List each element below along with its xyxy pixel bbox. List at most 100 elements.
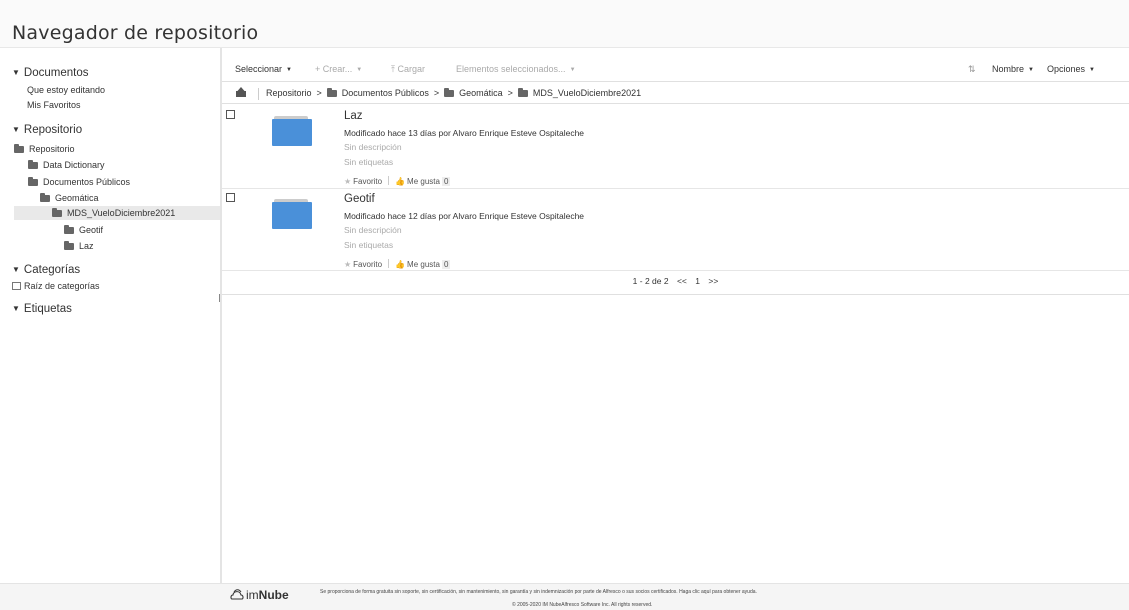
sort-menu[interactable]: Nombre ▼: [992, 64, 1034, 74]
brand-logo[interactable]: imNube: [230, 588, 289, 602]
select-menu[interactable]: Seleccionar ▼: [235, 64, 292, 74]
section-categories[interactable]: ▼ Categorías: [12, 264, 80, 276]
tree-item-laz[interactable]: Laz: [64, 241, 94, 251]
like-link[interactable]: Me gusta: [407, 260, 440, 269]
page-title: Navegador de repositorio: [12, 22, 259, 44]
tree-item-label: Repositorio: [29, 144, 75, 154]
folder-icon: [64, 225, 74, 234]
folder-icon: [64, 241, 74, 250]
collapse-triangle-icon: ▼: [12, 304, 20, 313]
cloud-logo-icon: [230, 589, 244, 600]
section-documents-label: Documentos: [23, 67, 89, 79]
breadcrumb-divider: [258, 88, 259, 100]
create-menu-label: Crear...: [322, 64, 353, 74]
tree-item-label: Raíz de categorías: [24, 281, 100, 291]
sort-menu-label: Nombre: [992, 64, 1025, 74]
brand-light: im: [246, 588, 259, 602]
section-repository[interactable]: ▼ Repositorio: [12, 124, 82, 136]
breadcrumb-item[interactable]: MDS_VueloDiciembre2021: [533, 88, 641, 98]
tree-item-label: MDS_VueloDiciembre2021: [67, 208, 176, 218]
item-name[interactable]: Geotif: [344, 193, 375, 205]
link-editing[interactable]: Que estoy editando: [27, 85, 105, 95]
folder-icon: [517, 88, 528, 97]
breadcrumb-item[interactable]: Geomática: [459, 88, 503, 98]
footer: imNube Se proporciona de forma gratuita …: [0, 583, 1129, 610]
brand-bold: Nube: [258, 588, 289, 602]
plus-icon: +: [315, 64, 323, 74]
collapse-triangle-icon: ▼: [12, 125, 20, 134]
section-categories-label: Categorías: [23, 264, 81, 276]
selected-items-menu[interactable]: Elementos seleccionados... ▼: [456, 64, 576, 74]
section-tags[interactable]: ▼ Etiquetas: [12, 303, 72, 315]
header: Navegador de repositorio: [0, 0, 1129, 48]
item-actions: ★ Favorito 👍 Me gusta 0: [344, 176, 451, 186]
folder-icon: [444, 88, 455, 97]
selected-items-label: Elementos seleccionados...: [456, 64, 566, 74]
section-repository-label: Repositorio: [23, 124, 83, 136]
folder-icon: [52, 208, 62, 217]
breadcrumb-separator: >: [433, 88, 440, 98]
folder-icon[interactable]: [272, 116, 312, 146]
collapse-triangle-icon: ▼: [12, 265, 20, 274]
pagination-prev[interactable]: <<: [677, 276, 687, 286]
section-documents[interactable]: ▼ Documentos: [12, 67, 88, 79]
category-icon: [12, 282, 21, 290]
footer-notice[interactable]: Se proporciona de forma gratuita sin sop…: [320, 589, 757, 595]
thumbs-up-icon: 👍: [395, 177, 406, 186]
item-tags: Sin etiquetas: [344, 240, 394, 250]
list-item: Laz Modificado hace 13 días por Alvaro E…: [222, 106, 1129, 188]
splitter-handle[interactable]: [219, 294, 220, 302]
folder-icon: [40, 193, 50, 202]
breadcrumb-item[interactable]: Documentos Públicos: [342, 88, 429, 98]
caret-down-icon: ▼: [286, 67, 292, 73]
tree-item-label: Data Dictionary: [43, 160, 105, 170]
thumbs-up-icon: 👍: [395, 260, 406, 269]
select-menu-label: Seleccionar: [235, 64, 283, 74]
footer-copyright: © 2005-2020 IM NubeAlfresco Software Inc…: [512, 602, 653, 608]
folder-up-icon[interactable]: [236, 87, 246, 97]
header-divider: [0, 47, 1129, 48]
breadcrumb-item[interactable]: Repositorio: [266, 88, 312, 98]
section-tags-label: Etiquetas: [23, 303, 72, 315]
folder-icon[interactable]: [272, 199, 312, 229]
tree-item-category-root[interactable]: Raíz de categorías: [12, 281, 100, 291]
star-icon: ★: [344, 260, 352, 269]
folder-icon: [28, 160, 38, 169]
pagination-next[interactable]: >>: [708, 276, 718, 286]
pagination-page[interactable]: 1: [695, 276, 700, 286]
item-modified: Modificado hace 13 días por Alvaro Enriq…: [344, 128, 585, 138]
options-menu[interactable]: Opciones ▼: [1047, 64, 1095, 74]
item-name[interactable]: Laz: [344, 110, 363, 122]
tree-item-repositorio[interactable]: Repositorio: [14, 144, 75, 154]
tree-item-geomatica[interactable]: Geomática: [40, 193, 99, 203]
item-checkbox[interactable]: [226, 193, 235, 202]
caret-down-icon: ▼: [569, 67, 576, 73]
tree-item-label: Geomática: [55, 193, 99, 203]
breadcrumb-separator: >: [316, 88, 322, 98]
like-count: 0: [441, 260, 451, 269]
item-modified: Modificado hace 12 días por Alvaro Enriq…: [344, 211, 585, 221]
list-item: Geotif Modificado hace 12 días por Alvar…: [222, 189, 1129, 271]
favorite-link[interactable]: Favorito: [353, 177, 382, 186]
tree-item-geotif[interactable]: Geotif: [64, 225, 103, 235]
item-description: Sin descripción: [344, 142, 402, 152]
tree-item-mds-vuelo[interactable]: MDS_VueloDiciembre2021: [52, 208, 175, 218]
tree-item-label: Documentos Públicos: [43, 177, 131, 187]
tree-item-documentos-publicos[interactable]: Documentos Públicos: [28, 177, 130, 187]
folder-icon: [28, 177, 38, 186]
upload-button[interactable]: ⤒ Cargar: [391, 64, 425, 75]
breadcrumb-separator: >: [507, 88, 513, 98]
item-checkbox[interactable]: [226, 110, 235, 119]
upload-button-label: Cargar: [397, 64, 425, 74]
star-icon: ★: [344, 177, 352, 186]
breadcrumb: Repositorio > Documentos Públicos > Geomátic…: [222, 84, 1129, 102]
favorite-link[interactable]: Favorito: [353, 260, 382, 269]
item-divider: [222, 270, 1129, 271]
pagination-range: 1 - 2 de 2: [632, 276, 669, 286]
create-menu[interactable]: + Crear... ▼: [315, 64, 362, 74]
link-favorites[interactable]: Mis Favoritos: [27, 100, 81, 110]
sort-direction-icon[interactable]: ⇅: [968, 64, 976, 75]
tree-item-data-dictionary[interactable]: Data Dictionary: [28, 160, 105, 170]
breadcrumb-path: Repositorio > Documentos Públicos > Geomátic…: [266, 88, 641, 98]
like-link[interactable]: Me gusta: [407, 177, 440, 186]
